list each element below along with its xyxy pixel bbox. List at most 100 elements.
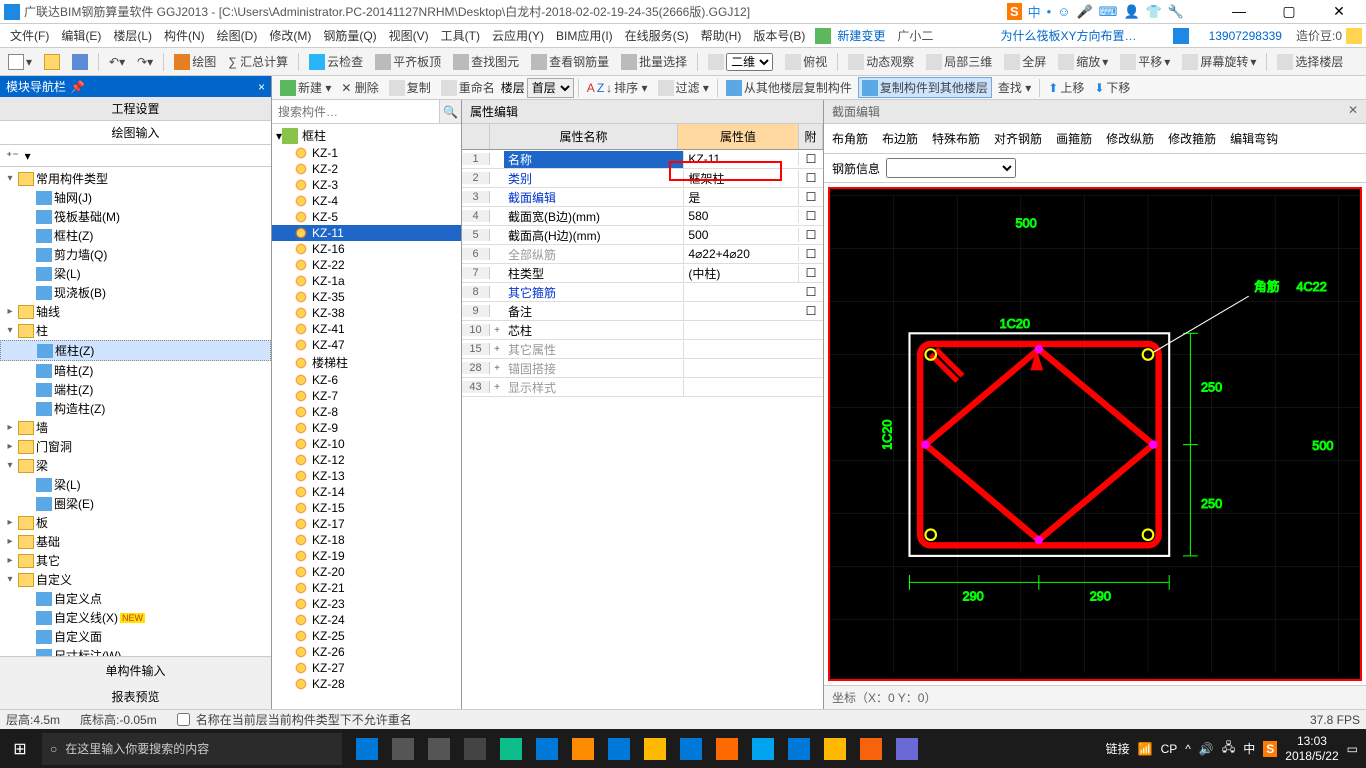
ime-user[interactable]: 👤	[1123, 4, 1139, 20]
menu-help[interactable]: 帮助(H)	[695, 25, 748, 46]
taskbar-app[interactable]	[350, 733, 384, 765]
taskbar-app[interactable]	[890, 733, 924, 765]
tree-item[interactable]: 框柱(Z)	[0, 340, 271, 361]
tab-corner[interactable]: 布角筋	[830, 128, 870, 149]
menu-edit[interactable]: 编辑(E)	[55, 25, 107, 46]
ime-voice[interactable]: 🎤	[1076, 4, 1092, 20]
tb-redo[interactable]: ↷▾	[133, 53, 157, 71]
tab-single-input[interactable]: 单构件输入	[0, 657, 271, 683]
tb-top[interactable]: 俯视	[781, 51, 831, 72]
component-item[interactable]: KZ-47	[272, 337, 461, 353]
ime-lang[interactable]: 中	[1028, 2, 1041, 21]
tree-item[interactable]: 圈梁(E)	[0, 494, 271, 513]
menu-component[interactable]: 构件(N)	[158, 25, 211, 46]
property-row[interactable]: 28+锚固搭接	[462, 359, 823, 378]
st-rename[interactable]: 重命名	[437, 77, 499, 98]
tree-item[interactable]: 暗柱(Z)	[0, 361, 271, 380]
component-item[interactable]: KZ-6	[272, 372, 461, 388]
menu-version[interactable]: 版本号(B)	[747, 25, 811, 46]
property-row[interactable]: 3截面编辑是☐	[462, 188, 823, 207]
ime-keyboard[interactable]: ⌨	[1099, 4, 1118, 20]
tree-item[interactable]: 自定义点	[0, 589, 271, 608]
sogou-icon[interactable]: S	[1007, 3, 1022, 20]
menu-draw[interactable]: 绘图(D)	[211, 25, 264, 46]
tree-item[interactable]: ▸板	[0, 513, 271, 532]
component-item[interactable]: KZ-13	[272, 468, 461, 484]
component-item[interactable]: KZ-24	[272, 612, 461, 628]
tray-up[interactable]: ^	[1185, 742, 1191, 756]
ime-tool[interactable]: 🔧	[1168, 4, 1184, 20]
property-row[interactable]: 9备注☐	[462, 302, 823, 321]
tree-item[interactable]: 尺寸标注(W)	[0, 646, 271, 656]
tree-item[interactable]: ▸其它	[0, 551, 271, 570]
start-button[interactable]: ⊞	[0, 739, 40, 759]
component-item[interactable]: KZ-19	[272, 548, 461, 564]
component-item[interactable]: KZ-14	[272, 484, 461, 500]
component-item[interactable]: KZ-22	[272, 257, 461, 273]
tb-cloud-check[interactable]: 云检查	[305, 51, 367, 72]
st-filter[interactable]: 过滤 ▾	[654, 77, 713, 98]
tree-item[interactable]: ▸基础	[0, 532, 271, 551]
tab-draw-input[interactable]: 绘图输入	[0, 121, 271, 145]
section-close[interactable]: ✕	[1348, 103, 1358, 120]
menu-tool[interactable]: 工具(T)	[435, 25, 486, 46]
tray-vol[interactable]: 🔊	[1199, 742, 1214, 756]
component-item[interactable]: KZ-11	[272, 225, 461, 241]
menu-rebar[interactable]: 钢筋量(Q)	[317, 25, 382, 46]
tree-item[interactable]: ▾常用构件类型	[0, 169, 271, 188]
expand-icon[interactable]: ⁺⁻	[6, 149, 19, 163]
taskbar-clock[interactable]: 13:032018/5/22	[1285, 734, 1338, 763]
component-item[interactable]: KZ-1a	[272, 273, 461, 289]
component-item[interactable]: KZ-2	[272, 161, 461, 177]
component-item[interactable]: KZ-5	[272, 209, 461, 225]
taskbar-app[interactable]	[782, 733, 816, 765]
tree-item[interactable]: ▾自定义	[0, 570, 271, 589]
tab-project-settings[interactable]: 工程设置	[0, 97, 271, 121]
tb-zoom[interactable]: 缩放▾	[1054, 51, 1112, 72]
taskbar-app[interactable]	[638, 733, 672, 765]
nav-tree[interactable]: ▾常用构件类型轴网(J)筏板基础(M)框柱(Z)剪力墙(Q)梁(L)现浇板(B)…	[0, 167, 271, 656]
component-item[interactable]: KZ-35	[272, 289, 461, 305]
component-item[interactable]: KZ-15	[272, 500, 461, 516]
tab-align[interactable]: 对齐钢筋	[992, 128, 1044, 149]
component-item[interactable]: KZ-26	[272, 644, 461, 660]
st-up[interactable]: ⬆上移	[1044, 77, 1088, 98]
tree-item[interactable]: 构造柱(Z)	[0, 399, 271, 418]
pin-icon[interactable]: 📌	[70, 80, 85, 94]
tree-item[interactable]: 自定义线(X)NEW	[0, 608, 271, 627]
st-copy-from[interactable]: 从其他楼层复制构件	[722, 77, 856, 98]
taskbar-search[interactable]: ○ 在这里输入你要搜索的内容	[42, 733, 342, 765]
tab-hook[interactable]: 编辑弯钩	[1228, 128, 1280, 149]
tree-item[interactable]: 现浇板(B)	[0, 283, 271, 302]
taskbar-app[interactable]	[746, 733, 780, 765]
tree-item[interactable]: 剪力墙(Q)	[0, 245, 271, 264]
tray-cp[interactable]: CP	[1161, 742, 1178, 756]
tray-net[interactable]: 🖧	[1222, 738, 1235, 759]
tb-full[interactable]: 全屏	[1000, 51, 1050, 72]
taskbar-app[interactable]	[854, 733, 888, 765]
new-change-link[interactable]: 新建变更	[831, 27, 891, 44]
nav-close[interactable]: ×	[258, 80, 265, 94]
property-row[interactable]: 15+其它属性	[462, 340, 823, 359]
component-item[interactable]: KZ-23	[272, 596, 461, 612]
tb-find-elem[interactable]: 查找图元	[449, 51, 523, 72]
st-copy-to[interactable]: 复制构件到其他楼层	[858, 77, 992, 98]
property-row[interactable]: 2类别框架柱☐	[462, 169, 823, 188]
minimize-button[interactable]: —	[1224, 3, 1254, 20]
maximize-button[interactable]: ▢	[1274, 3, 1304, 20]
rebar-info-select[interactable]	[886, 158, 1016, 178]
tab-hoop[interactable]: 画箍筋	[1054, 128, 1094, 149]
tb-undo[interactable]: ↶▾	[105, 53, 129, 71]
property-row[interactable]: 8其它箍筋☐	[462, 283, 823, 302]
agent-link[interactable]: 广小二	[891, 27, 939, 44]
component-item[interactable]: KZ-16	[272, 241, 461, 257]
tb-sum[interactable]: ∑ 汇总计算	[224, 51, 292, 72]
tb-select-floor[interactable]: 选择楼层	[1273, 51, 1347, 72]
taskbar-app[interactable]	[602, 733, 636, 765]
property-row[interactable]: 6全部纵筋4⌀22+4⌀20☐	[462, 245, 823, 264]
st-down[interactable]: ⬇下移	[1090, 77, 1134, 98]
tb-view-rebar[interactable]: 查看钢筋量	[527, 51, 613, 72]
tab-edge[interactable]: 布边筋	[880, 128, 920, 149]
tree-item[interactable]: ▾梁	[0, 456, 271, 475]
component-root[interactable]: ▾框柱	[272, 126, 461, 145]
